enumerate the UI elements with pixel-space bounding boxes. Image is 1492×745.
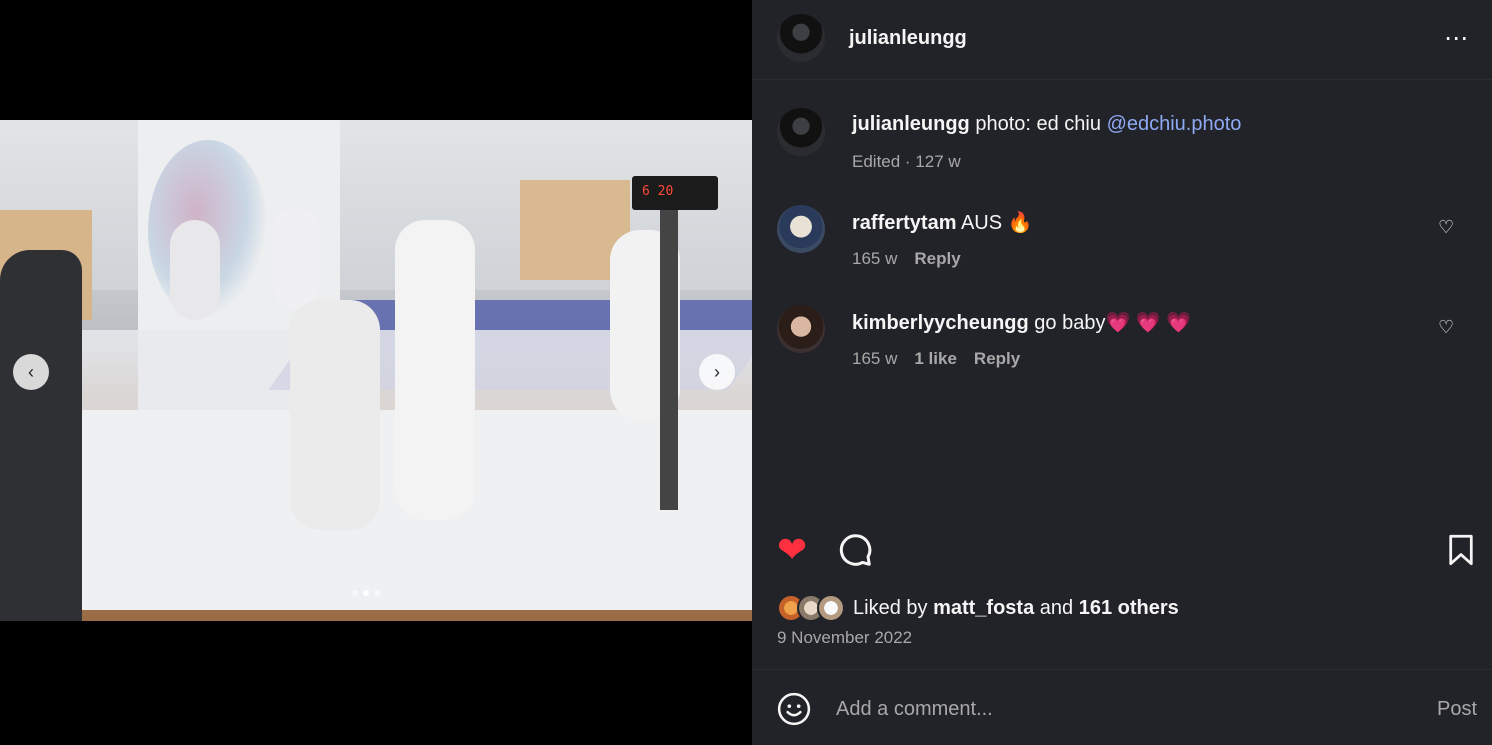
media-viewer: 6 20 ‹ › [0, 0, 752, 745]
post-date: 9 November 2022 [777, 628, 913, 647]
comment-meta: 165 w Reply [852, 249, 961, 269]
more-options-icon[interactable]: ⋯ [1444, 24, 1469, 53]
photo-fencer-winner [395, 220, 475, 520]
comment-input[interactable] [836, 692, 1396, 726]
comment-body: go baby💗 💗 💗 [1034, 312, 1192, 334]
photo-fencer-opponent [290, 300, 380, 530]
comment-like-heart-icon[interactable]: ♡ [1438, 317, 1454, 338]
commenter-avatar[interactable] [777, 305, 825, 353]
likes-others[interactable]: 161 others [1079, 597, 1179, 619]
caption-mention-link[interactable]: @edchiu.photo [1107, 113, 1242, 135]
carousel-indicator [352, 590, 380, 596]
add-comment-bar: Post [752, 669, 1492, 745]
likes-joiner: and [1039, 596, 1074, 619]
comment-text: raffertytam AUS 🔥 [852, 210, 1033, 235]
commenter-avatar[interactable] [777, 205, 825, 253]
photo-scoreboard-pole [660, 210, 678, 510]
photo-scoreboard: 6 20 [632, 176, 718, 210]
caption-username[interactable]: julianleungg [852, 113, 970, 135]
comment-username[interactable]: raffertytam [852, 212, 956, 234]
comment-like-heart-icon[interactable]: ♡ [1438, 217, 1454, 238]
carousel-dot [374, 590, 380, 596]
post-photo[interactable]: 6 20 [0, 120, 752, 621]
chevron-left-icon: ‹ [28, 361, 34, 382]
bookmark-icon[interactable] [1447, 534, 1475, 566]
likes-text[interactable]: Liked by matt_fosta and 161 others [853, 597, 1179, 620]
author-avatar[interactable] [777, 14, 825, 62]
photo-coach [0, 250, 82, 621]
comment-text: kimberlyycheungg go baby💗 💗 💗 [852, 310, 1191, 335]
caption-meta: Edited · 127 w [852, 152, 961, 172]
comment-age: 165 w [852, 349, 898, 368]
photo-fencer [272, 208, 320, 308]
comment-meta: 165 w 1 like Reply [852, 349, 1020, 369]
post-panel: julianleungg ⋯ julianleungg photo: ed ch… [752, 0, 1492, 745]
chevron-right-icon: › [714, 361, 720, 382]
comment-age: 165 w [852, 249, 898, 268]
caption-body: photo: ed chiu [975, 113, 1101, 135]
author-username[interactable]: julianleungg [849, 27, 967, 50]
carousel-dot-active [363, 590, 369, 596]
liker-avatar[interactable] [817, 594, 845, 622]
post-comment-button[interactable]: Post [1437, 698, 1477, 721]
comment-body: AUS 🔥 [960, 212, 1033, 234]
caption-edited-age: Edited · 127 w [852, 152, 961, 171]
comment-username[interactable]: kimberlyycheungg [852, 312, 1029, 334]
caption-text: julianleungg photo: ed chiu @edchiu.phot… [852, 113, 1241, 136]
previous-image-button[interactable]: ‹ [13, 354, 49, 390]
next-image-button[interactable]: › [699, 354, 735, 390]
photo-fencer [170, 220, 220, 320]
likes-summary: Liked by matt_fosta and 161 others [777, 593, 1179, 623]
comment-bubble-icon[interactable] [837, 532, 873, 568]
post-header: julianleungg ⋯ [752, 0, 1492, 80]
carousel-dot [352, 590, 358, 596]
emoji-icon[interactable] [777, 692, 811, 726]
likes-prefix: Liked by [853, 596, 928, 619]
liker-username[interactable]: matt_fosta [933, 597, 1034, 619]
reply-button[interactable]: Reply [914, 249, 960, 269]
comment-like-count[interactable]: 1 like [914, 349, 957, 369]
post-actions: ❤ [777, 530, 1473, 570]
like-heart-icon[interactable]: ❤ [777, 530, 807, 570]
reply-button[interactable]: Reply [974, 349, 1020, 369]
caption-author-avatar[interactable] [777, 108, 825, 156]
